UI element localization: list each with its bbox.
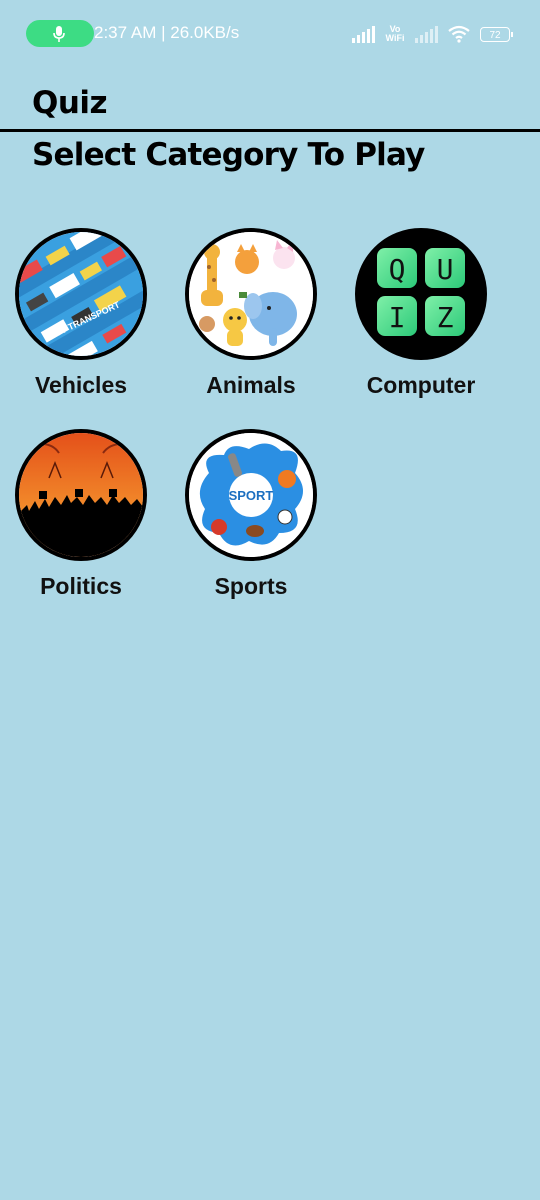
category-label: Vehicles <box>34 372 128 398</box>
signal-icon <box>352 25 375 43</box>
category-sports[interactable]: SPORT Sports <box>170 429 340 629</box>
svg-text:I: I <box>389 301 406 334</box>
category-vehicles[interactable]: CITY TRANSPORT Vehicles <box>0 228 170 428</box>
mic-indicator[interactable] <box>26 20 94 47</box>
vehicles-image: CITY TRANSPORT <box>15 228 147 360</box>
category-label: Sports <box>214 573 288 599</box>
microphone-icon <box>53 26 65 42</box>
politics-image <box>15 429 147 561</box>
category-label: Animals <box>206 372 296 398</box>
svg-text:SPORT: SPORT <box>229 488 274 503</box>
svg-text:U: U <box>437 253 454 286</box>
category-animals[interactable]: Animals <box>170 228 340 428</box>
status-icons: Vo WiFi 72 <box>352 20 513 48</box>
status-time: 2:37 AM | 26.0KB/s <box>94 23 240 42</box>
svg-text:Z: Z <box>437 301 454 334</box>
sports-image: SPORT <box>185 429 317 561</box>
quiz-tiles-image: Q U I Z <box>355 228 487 360</box>
status-bar: 2:37 AM | 26.0KB/s Vo WiFi 72 <box>0 0 540 66</box>
category-computer[interactable]: Q U I Z Computer <box>340 228 510 428</box>
signal-2-icon <box>415 25 438 43</box>
category-politics[interactable]: Politics <box>0 429 170 629</box>
page-title: Quiz <box>32 85 108 121</box>
category-label: Computer <box>366 372 476 398</box>
animals-image <box>185 228 317 360</box>
svg-text:Q: Q <box>389 253 406 286</box>
header-divider <box>0 129 540 132</box>
category-label: Politics <box>40 573 122 599</box>
vowifi-icon: Vo WiFi <box>385 24 405 43</box>
page-subtitle: Select Category To Play <box>32 137 425 173</box>
wifi-icon <box>448 25 470 43</box>
battery-icon: 72 <box>480 26 513 42</box>
